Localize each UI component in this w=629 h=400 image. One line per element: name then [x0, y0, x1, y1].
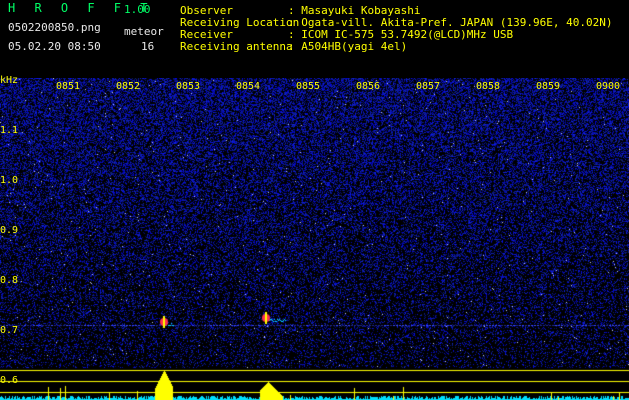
x-tick-label: 0854 [236, 81, 261, 92]
y-tick-label: 0.6 [0, 375, 19, 386]
spectrogram-canvas [0, 78, 629, 400]
y-tick-label: 0.7 [0, 325, 19, 336]
antenna-label: Receiving antenna [180, 40, 293, 53]
meteor-count: 16 [141, 40, 155, 53]
app-version: 1.00 [124, 3, 151, 16]
meteor-label: meteor [124, 25, 164, 38]
x-tick-label: 0853 [176, 81, 201, 92]
y-tick-label: 0.9 [0, 225, 19, 236]
file-name: 0502200850.png [8, 21, 101, 34]
x-tick-label: 0900 [596, 81, 621, 92]
x-tick-label: 0851 [56, 81, 81, 92]
x-tick-label: 0859 [536, 81, 561, 92]
x-tick-label: 0858 [476, 81, 501, 92]
x-tick-label: 0855 [296, 81, 321, 92]
date-time: 05.02.20 08:50 [8, 40, 101, 53]
y-tick-label: 0.8 [0, 275, 19, 286]
x-tick-label: 0856 [356, 81, 381, 92]
y-tick-label: 1.1 [0, 125, 19, 136]
y-tick-label: 1.0 [0, 175, 19, 186]
x-tick-label: 0857 [416, 81, 441, 92]
y-axis-unit: kHz [0, 75, 19, 86]
x-tick-label: 0852 [116, 81, 141, 92]
antenna-value: : A504HB(yagi 4el) [288, 40, 408, 53]
